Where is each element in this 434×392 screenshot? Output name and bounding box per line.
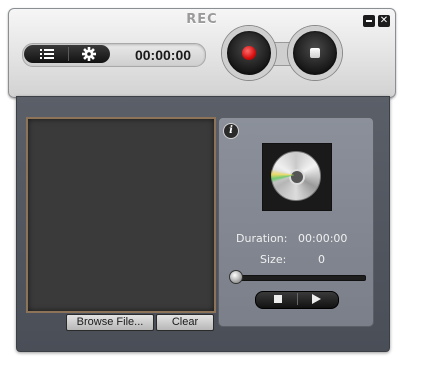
stop-icon [274,295,282,303]
stop-button[interactable] [288,26,342,80]
play-icon [312,294,321,304]
play-button[interactable] [299,291,333,307]
size-label: Size: [260,253,287,266]
minimize-button[interactable] [363,15,375,27]
duration-value: 00:00:00 [298,232,348,245]
minimize-icon [366,20,372,22]
playback-slider[interactable] [230,275,366,281]
settings-button[interactable] [72,46,106,62]
clear-button[interactable]: Clear [156,314,214,331]
video-preview [26,117,216,313]
duration-label: Duration: [236,232,288,245]
playback-stop-button[interactable] [263,291,293,307]
close-icon: ✕ [379,15,389,26]
playback-separator [297,293,298,305]
gear-icon [82,47,96,61]
window-title: REC [186,12,218,27]
playlist-button[interactable] [26,46,66,62]
record-timer: 00:00:00 [134,47,192,63]
stop-icon [310,48,320,58]
record-icon [242,46,256,60]
browse-file-button[interactable]: Browse File... [66,314,154,331]
list-icon [40,49,54,59]
record-controls [218,22,342,84]
disc-highlight [271,151,319,199]
slider-handle[interactable] [229,270,243,284]
size-value: 0 [318,253,325,266]
record-button[interactable] [222,26,276,80]
info-icon[interactable]: i [223,123,239,139]
toolbar-separator [68,47,69,61]
close-button[interactable]: ✕ [378,15,390,27]
